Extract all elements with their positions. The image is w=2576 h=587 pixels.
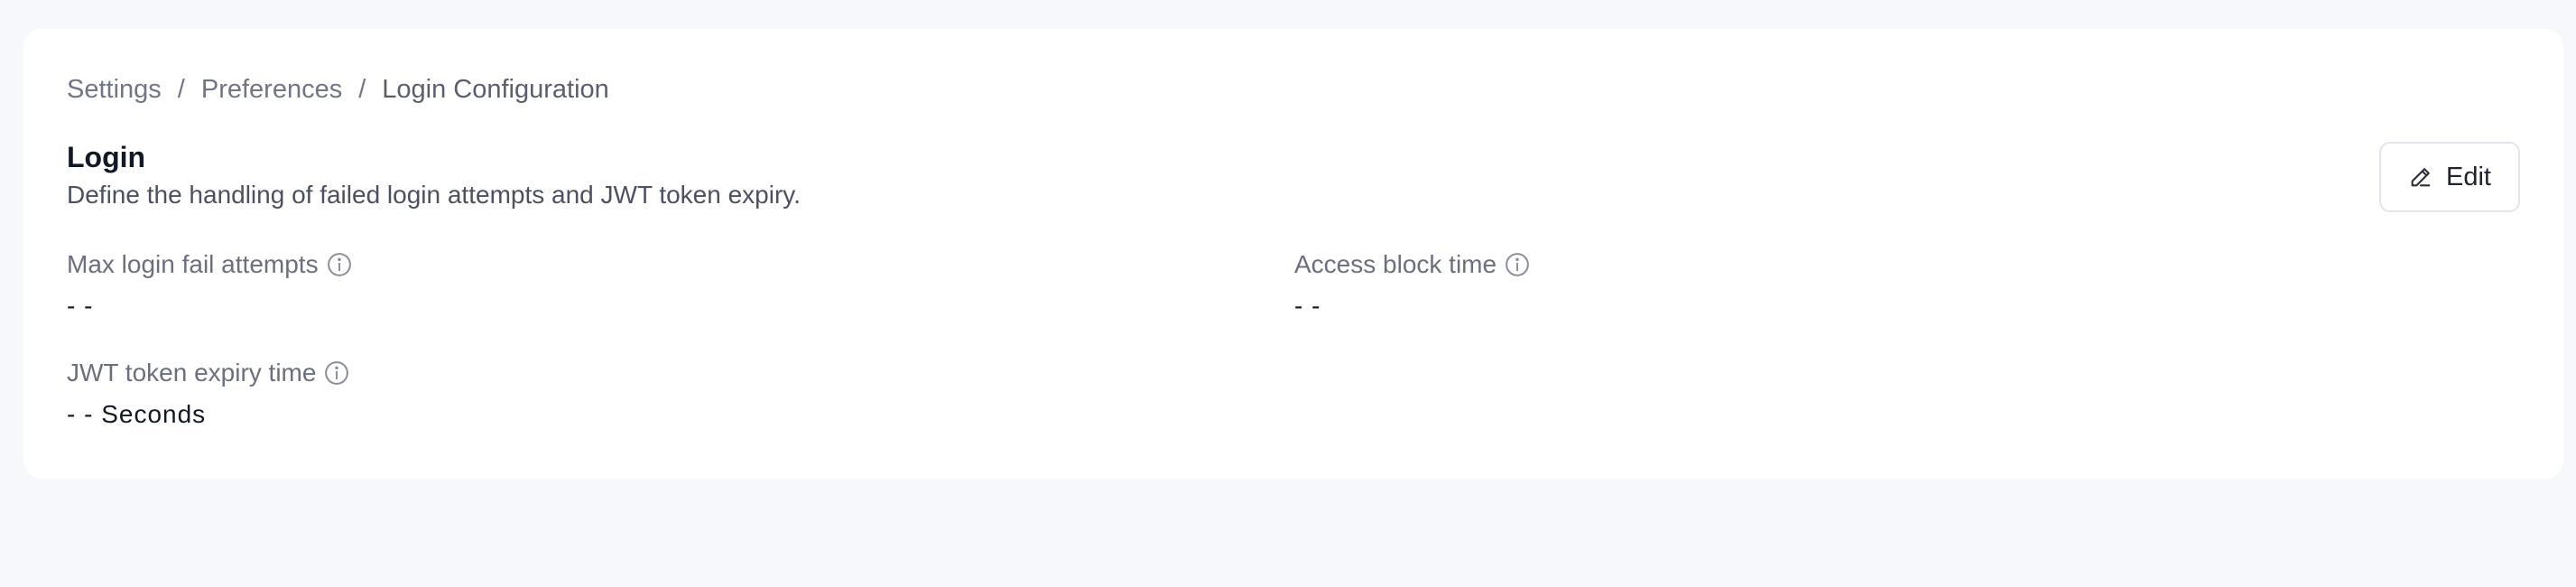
field-label: Access block time xyxy=(1294,250,1497,278)
field-label: Max login fail attempts xyxy=(67,250,319,278)
info-icon[interactable] xyxy=(326,251,353,278)
breadcrumb-separator: / xyxy=(177,75,185,104)
breadcrumb: Settings / Preferences / Login Configura… xyxy=(67,74,609,106)
section-title: Login xyxy=(67,141,146,173)
field-value: - - xyxy=(67,292,94,320)
field-label: JWT token expiry time xyxy=(67,359,317,387)
pencil-icon xyxy=(2408,164,2433,190)
info-icon[interactable] xyxy=(323,359,350,387)
breadcrumb-separator: / xyxy=(358,75,366,104)
field-access-block-time: Access block time - - xyxy=(1294,250,1531,321)
field-value: - - Seconds xyxy=(67,400,207,428)
section-description: Define the handling of failed login atte… xyxy=(67,181,801,209)
edit-button[interactable]: Edit xyxy=(2379,142,2520,212)
field-value: - - xyxy=(1294,292,1321,320)
breadcrumb-item-current: Login Configuration xyxy=(382,75,609,104)
login-config-card: Settings / Preferences / Login Configura… xyxy=(23,29,2563,479)
field-max-login-fail-attempts: Max login fail attempts - - xyxy=(67,250,353,321)
breadcrumb-item-settings[interactable]: Settings xyxy=(67,74,162,106)
field-jwt-token-expiry-time: JWT token expiry time - - Seconds xyxy=(67,359,350,429)
breadcrumb-item-preferences[interactable]: Preferences xyxy=(201,74,342,106)
info-icon[interactable] xyxy=(1504,251,1531,278)
edit-button-label: Edit xyxy=(2446,162,2491,191)
